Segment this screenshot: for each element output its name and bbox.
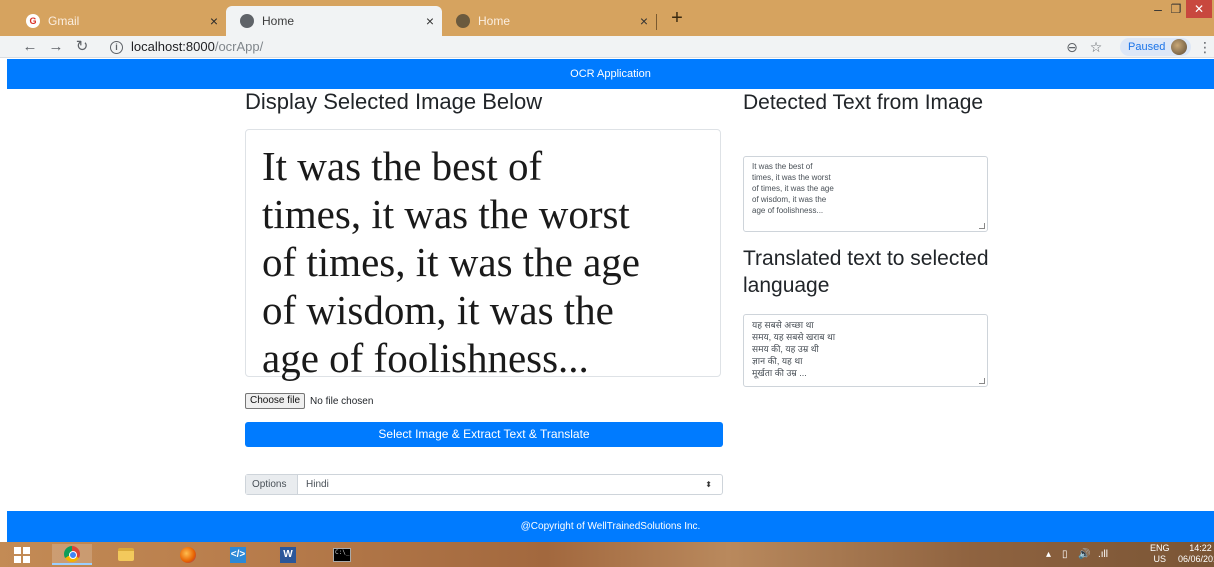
translated-line: ज्ञान की, यह था [752,356,803,366]
detected-line: of times, it was the age [752,184,834,193]
choose-file-button[interactable]: Choose file [245,393,306,409]
volume-icon[interactable]: 🔊 [1078,544,1090,565]
image-line: It was the best of [262,143,543,189]
zoom-icon[interactable]: ⊖ [1062,37,1082,57]
app-footer: @Copyright of WellTrainedSolutions Inc. [7,511,1214,542]
translated-text-title: Translated text to selected language [743,247,989,297]
firefox-icon[interactable] [168,544,208,565]
translated-line: समय, यह सबसे खराब था [752,332,836,342]
translated-line: समय की, यह उम्र थी [752,344,819,354]
browser-toolbar: ← → ↻ i localhost:8000/ocrApp/ ⊖ ☆ Pause… [0,36,1214,58]
language-code: ENG [1150,543,1170,553]
show-hidden-icons-icon[interactable]: ▴ [1046,544,1051,565]
selected-language: Hindi [306,479,329,490]
selected-image: It was the best of times, it was the wor… [245,129,721,381]
image-line: age of foolishness... [262,335,589,381]
file-explorer-icon[interactable] [106,544,146,565]
image-text: It was the best of times, it was the wor… [262,142,640,382]
close-tab-icon[interactable]: × [202,13,226,29]
bookmark-star-icon[interactable]: ☆ [1086,37,1106,57]
new-tab-button[interactable]: + [664,6,690,32]
info-icon[interactable]: i [110,40,123,54]
image-line: of wisdom, it was the [262,287,614,333]
tab-label: Home [262,14,295,28]
translated-line: मूर्खता की उम्र ... [752,368,807,378]
clock-time: 14:22 [1189,543,1212,553]
close-tab-icon[interactable]: × [418,13,442,29]
detected-text-area[interactable]: It was the best of times, it was the wor… [743,156,988,232]
restore-icon[interactable]: ❐ [1166,2,1186,18]
select-arrows-icon: ⬍ [705,480,712,489]
forward-arrow-icon[interactable]: → [46,37,66,57]
tab-gmail[interactable]: G Gmail × [12,6,226,36]
network-icon[interactable]: .ıll [1098,544,1108,565]
language-select[interactable]: Hindi ⬍ [298,475,722,494]
detected-text-title: Detected Text from Image [743,91,984,114]
tab-home-active[interactable]: Home × [226,6,442,36]
extract-translate-button[interactable]: Select Image & Extract Text & Translate [245,422,723,447]
file-status: No file chosen [310,395,374,407]
options-label: Options [246,475,298,494]
start-icon[interactable] [2,544,42,565]
detected-line: It was the best of [752,162,813,171]
close-tab-icon[interactable]: × [632,13,656,29]
close-window-icon[interactable]: ✕ [1186,0,1212,18]
image-line: times, it was the worst [262,191,630,237]
resize-handle[interactable] [979,223,985,229]
app-header: OCR Application [7,59,1214,89]
avatar [1171,39,1188,55]
paused-label: Paused [1128,41,1166,53]
translated-text-area[interactable]: यह सबसे अच्छा था समय, यह सबसे खराब था सम… [743,314,988,387]
windows-taskbar: </> W C:\_ ▴ ▯ 🔊 .ıll ENG US 14:22 06/06… [0,542,1214,567]
detected-line: times, it was the worst [752,173,831,182]
language-select-group: Options Hindi ⬍ [245,474,723,495]
clock-date: 06/06/2019 [1178,554,1214,564]
address-path: /ocrApp/ [214,39,264,54]
tab-separator [656,14,657,30]
globe-icon [240,14,254,28]
tab-home[interactable]: Home × [442,6,656,36]
image-section-title: Display Selected Image Below [245,89,543,114]
detected-line: age of foolishness... [752,206,824,215]
tab-label: Gmail [48,14,80,28]
clock[interactable]: 14:22 06/06/2019 [1178,543,1214,565]
minimize-icon[interactable]: – [1148,2,1168,18]
address-bar[interactable]: i localhost:8000/ocrApp/ [110,38,263,56]
detected-line: of wisdom, it was the [752,195,827,204]
globe-icon [456,14,470,28]
image-line: of times, it was the age [262,239,641,285]
word-icon[interactable]: W [268,544,308,565]
resize-handle[interactable] [979,378,985,384]
back-arrow-icon[interactable]: ← [20,37,40,57]
cmd-icon[interactable]: C:\_ [322,544,362,565]
address-host: localhost:8000 [131,39,215,54]
translated-line: यह सबसे अच्छा था [752,320,814,330]
file-input: Choose file No file chosen [245,393,373,409]
language-indicator[interactable]: ENG US [1150,543,1170,565]
browser-tab-bar: G Gmail × Home × Home × + – ❐ ✕ [0,0,1214,36]
chrome-icon[interactable] [52,544,92,565]
gmail-icon: G [26,14,40,28]
profile-paused-button[interactable]: Paused [1120,38,1192,56]
language-region: US [1153,554,1167,564]
vscode-icon[interactable]: </> [218,544,258,565]
battery-icon[interactable]: ▯ [1062,544,1068,565]
reload-icon[interactable]: ↻ [72,37,92,57]
more-menu-icon[interactable]: ⋮ [1198,37,1212,57]
tab-label: Home [478,14,511,28]
